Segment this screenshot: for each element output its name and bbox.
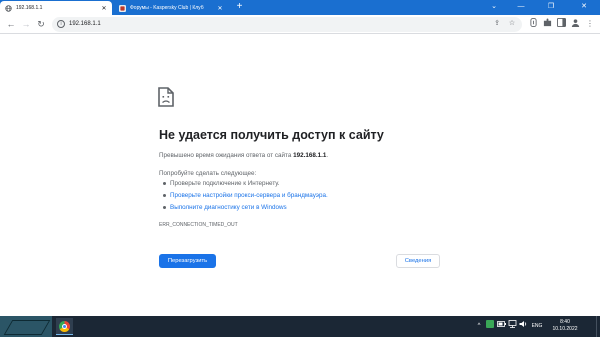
restore-button[interactable]: ❐ <box>541 1 561 14</box>
star-icon[interactable]: ☆ <box>507 19 517 29</box>
taskbar: ^ ENG 8:40 10.10.2022 <box>0 316 600 337</box>
address-bar[interactable]: i 192.168.1.1 ⇪ ☆ <box>52 17 522 32</box>
subtitle-host: 192.168.1.1 <box>293 152 327 159</box>
sidebar-icon[interactable] <box>555 18 567 30</box>
show-desktop-button[interactable] <box>596 316 597 337</box>
url-text[interactable]: 192.168.1.1 <box>69 20 101 29</box>
info-icon[interactable]: i <box>57 20 65 28</box>
profile-icon[interactable] <box>569 18 581 30</box>
tab-192-168-1-1[interactable]: 192.168.1.1 ✕ <box>0 1 112 15</box>
taskbar-widget-area[interactable] <box>0 316 52 337</box>
tab-list-button[interactable]: ⌄ <box>484 1 504 14</box>
error-page: Не удается получить доступ к сайту Превы… <box>0 34 600 316</box>
reload-page-button[interactable]: Перезагрузить <box>159 254 216 268</box>
tab-title: Форумы - Kaspersky Club | Клуб <box>130 5 204 11</box>
forward-button[interactable]: → <box>20 18 32 30</box>
suggestion-check-connection: Проверьте подключение к Интернету. <box>163 180 328 192</box>
network-icon[interactable] <box>507 320 517 332</box>
clock[interactable]: 8:40 10.10.2022 <box>550 319 580 333</box>
clock-time: 8:40 <box>560 319 570 325</box>
close-window-button[interactable]: ✕ <box>574 1 594 14</box>
suggestion-list: Проверьте подключение к Интернету. Прове… <box>163 180 328 216</box>
error-subtitle: Превышено время ожидания ответа от сайта… <box>159 152 328 159</box>
subtitle-prefix: Превышено время ожидания ответа от сайта <box>159 152 294 159</box>
chrome-icon <box>59 321 70 332</box>
tab-kaspersky-club[interactable]: Форумы - Kaspersky Club | Клуб ✕ <box>114 1 228 15</box>
suggestion-run-diagnostics-link[interactable]: Выполните диагностику сети в Windows <box>163 204 328 216</box>
clock-date: 10.10.2022 <box>552 326 578 332</box>
chevron-up-icon[interactable]: ^ <box>474 320 484 332</box>
tab-close-icon[interactable]: ✕ <box>100 5 108 12</box>
app-icon[interactable] <box>485 320 495 332</box>
error-heading: Не удается получить доступ к сайту <box>159 128 384 142</box>
kaspersky-icon <box>119 4 126 12</box>
suggestion-check-proxy-link[interactable]: Проверьте настройки прокси-сервера и бра… <box>163 192 328 204</box>
subtitle-suffix: . <box>326 152 329 159</box>
new-tab-button[interactable]: + <box>234 2 245 13</box>
chrome-taskbar-button[interactable] <box>56 318 73 335</box>
back-button[interactable]: ← <box>5 18 17 30</box>
tab-strip: 192.168.1.1 ✕ Форумы - Kaspersky Club | … <box>0 0 600 15</box>
tab-close-icon[interactable]: ✕ <box>216 5 224 12</box>
details-button[interactable]: Сведения <box>396 254 440 268</box>
share-icon[interactable]: ⇪ <box>492 19 502 29</box>
browser-toolbar: ← → ↻ i 192.168.1.1 ⇪ ☆ ⋮ <box>0 15 600 34</box>
sad-page-icon <box>158 87 174 112</box>
puzzle-icon[interactable] <box>541 18 553 30</box>
battery-icon[interactable] <box>496 320 506 332</box>
volume-icon[interactable] <box>518 320 528 332</box>
extension-icon[interactable] <box>527 18 539 30</box>
language-indicator[interactable]: ENG <box>530 320 544 332</box>
globe-icon <box>5 4 12 12</box>
tab-title: 192.168.1.1 <box>16 5 43 11</box>
menu-icon[interactable]: ⋮ <box>584 18 596 30</box>
error-code: ERR_CONNECTION_TIMED_OUT <box>159 222 238 228</box>
reload-button[interactable]: ↻ <box>35 18 47 30</box>
try-label: Попробуйте сделать следующее: <box>159 170 257 177</box>
minimize-button[interactable]: — <box>511 1 531 14</box>
